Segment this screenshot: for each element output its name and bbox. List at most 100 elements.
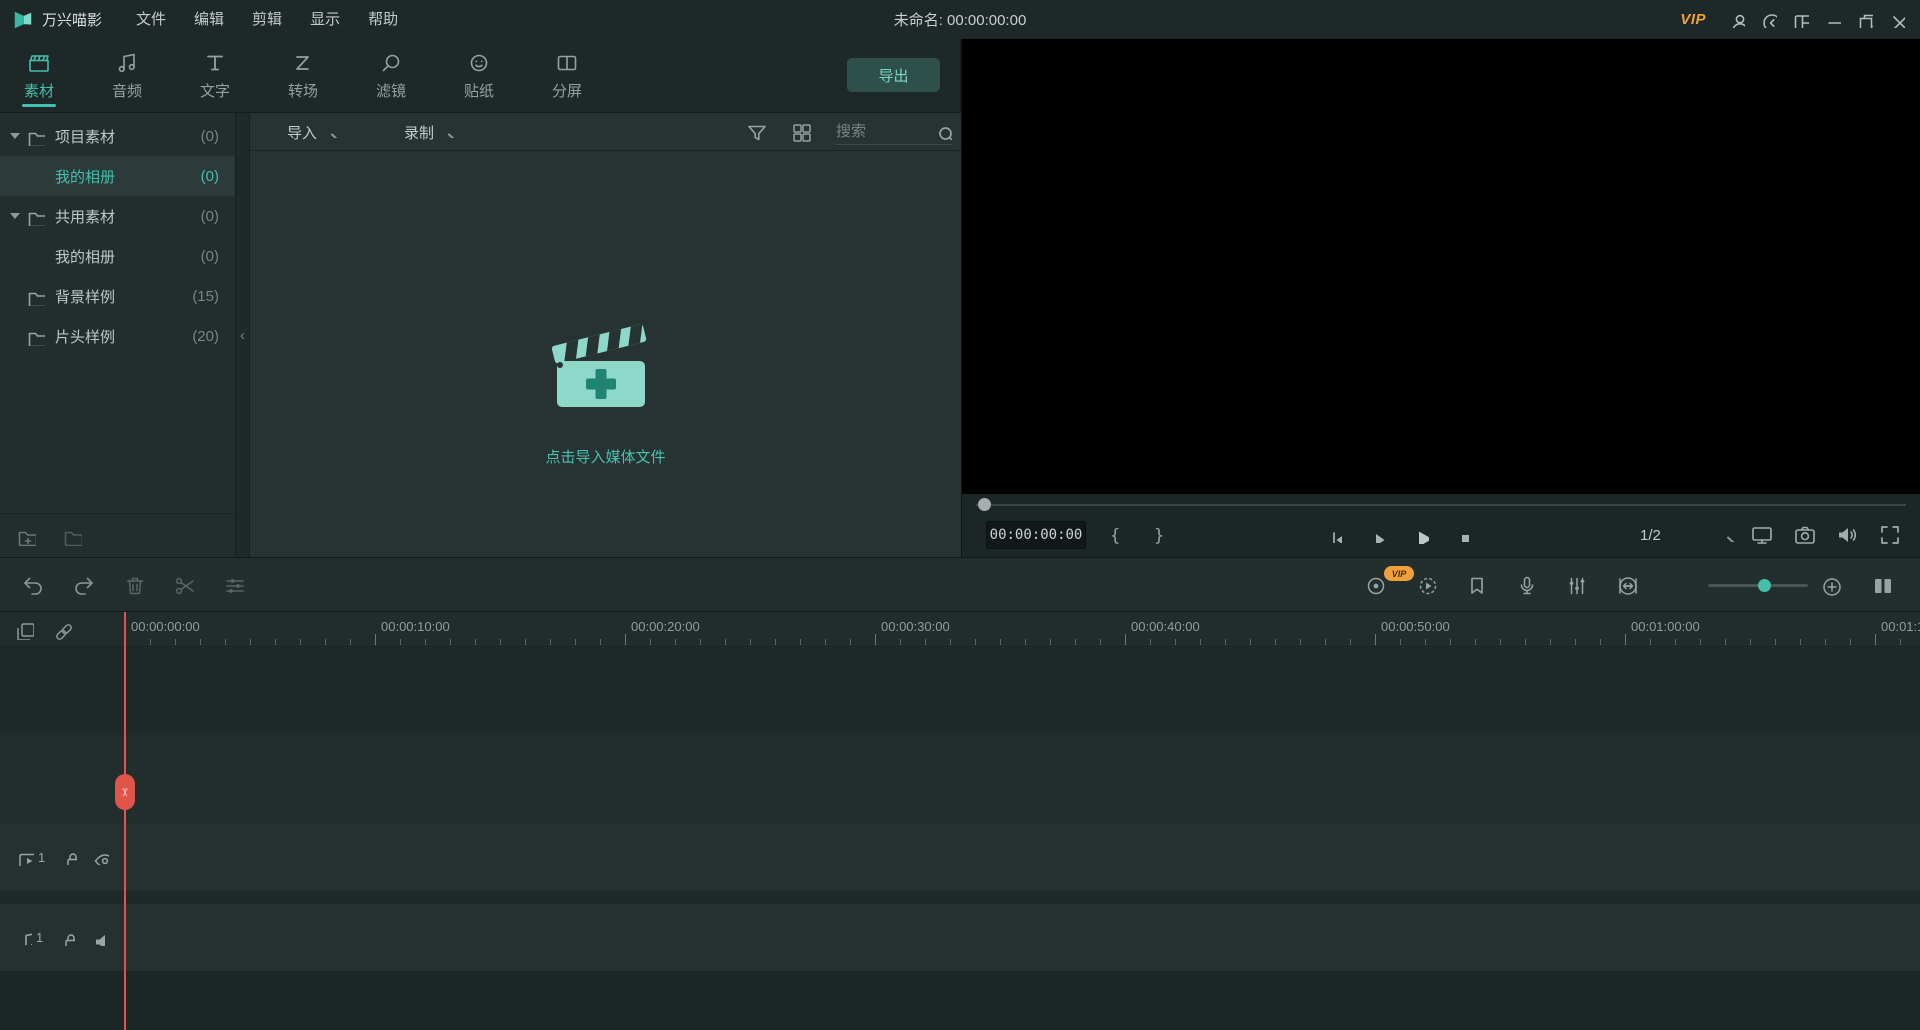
split-button[interactable] [173,574,197,598]
toggle-panel-button[interactable] [1871,574,1895,598]
ruler-tick [375,634,376,645]
ruler-tick [975,639,976,645]
next-frame-button[interactable] [1364,522,1390,548]
feature-tabbar: 素材音频文字转场滤镜 贴纸分屏 导出 [0,39,961,113]
sidebar-item-label: 背景样例 [55,286,115,307]
vip-badge[interactable]: VIP [1680,11,1706,28]
sidebar-item-my-album[interactable]: 我的相册(0) [0,156,235,196]
menu-file[interactable]: 文件 [122,0,180,39]
seekbar-handle[interactable] [978,498,991,511]
tab-label: 滤镜 [376,80,406,101]
tab-audio[interactable]: 音频 [92,39,162,112]
toggle-visibility-icon[interactable] [93,849,109,865]
zoom-in-button[interactable] [1820,575,1842,597]
import-dropdown[interactable]: 导入 [287,113,339,151]
tab-text[interactable]: 文字 [180,39,250,112]
export-button[interactable]: 导出 [847,58,940,92]
play-button[interactable] [1407,522,1433,548]
mark-out-button[interactable]: } [1154,514,1164,557]
ruler-tick [1550,639,1551,645]
display-device-button[interactable] [1750,523,1774,547]
search-box [836,119,952,145]
ruler-tick [550,639,551,645]
record-dropdown[interactable]: 录制 [404,113,456,151]
zoom-to-fit-button[interactable] [1616,574,1640,598]
media-empty-state[interactable]: 点击导入媒体文件 [250,151,961,557]
undo-button[interactable] [22,574,46,598]
seekbar-track[interactable] [976,504,1906,506]
volume-button[interactable] [1835,523,1859,547]
expander-caret-icon[interactable] [10,213,20,219]
sidebar-collapse-handle[interactable]: ‹ [236,113,250,557]
previous-frame-button[interactable] [1321,522,1347,548]
scissors-icon: ✂ [119,787,132,796]
ruler-tick [275,639,276,645]
timeline-ruler[interactable]: 00:00:00:0000:00:10:0000:00:20:0000:00:3… [0,612,1920,647]
sidebar-item-project-media[interactable]: 项目素材(0) [0,116,235,156]
audio-mixer-button[interactable] [1565,574,1589,598]
tab-filter[interactable]: 滤镜 [356,39,426,112]
quality-value: 1/2 [1640,527,1661,544]
lock-track-icon[interactable] [59,930,75,946]
restore-button[interactable] [1848,0,1880,39]
mark-in-button[interactable]: { [1110,514,1120,557]
sidebar-item-background-samples[interactable]: 背景样例(15) [0,276,235,316]
close-button[interactable] [1880,0,1912,39]
lock-track-icon[interactable] [61,849,77,865]
ruler-label: 00:00:00:00 [131,619,200,634]
tab-splitscreen[interactable]: 分屏 [532,39,602,112]
tab-transition[interactable]: 转场 [268,39,338,112]
feedback-button[interactable] [1752,0,1784,39]
ruler-tick [1150,639,1151,645]
auto-ripple-button[interactable] [52,620,72,640]
sidebar-item-label: 项目素材 [55,126,115,147]
adjust-button[interactable] [223,574,247,598]
view-grid-button[interactable] [790,121,811,142]
tab-media[interactable]: 素材 [4,39,74,112]
application-window: 万兴喵影 文件编辑剪辑显示帮助 未命名: 00:00:00:00 VIP 素材音… [0,0,1920,1030]
preview-seekbar[interactable] [962,494,1920,514]
sidebar-item-label: 共用素材 [55,206,115,227]
expander-caret-icon[interactable] [10,133,20,139]
ruler-tick [825,639,826,645]
redo-button[interactable] [71,574,95,598]
zoom-out-button[interactable] [1620,578,1636,594]
menu-clip[interactable]: 剪辑 [238,0,296,39]
delete-button[interactable] [123,574,147,598]
playhead-handle[interactable]: ✂ [115,774,135,810]
playback-quality-dropdown[interactable]: 1/2 [1640,514,1736,557]
filter-media-button[interactable] [745,121,766,142]
audio-icon [115,51,139,75]
zoom-slider-handle[interactable] [1758,579,1771,592]
render-preview-button[interactable] [1416,574,1440,598]
marker-button[interactable] [1465,574,1489,598]
media-library-sidebar: 项目素材(0)我的相册(0)共用素材(0)我的相册(0)背景样例(15)片头样例… [0,113,236,557]
snapshot-button[interactable] [1793,523,1817,547]
manage-tracks-button[interactable] [14,620,34,640]
sidebar-item-shared-media[interactable]: 共用素材(0) [0,196,235,236]
ruler-tick [1475,639,1476,645]
fullscreen-button[interactable] [1878,523,1902,547]
delete-folder-button[interactable] [62,526,82,546]
menu-view[interactable]: 显示 [296,0,354,39]
ruler-tick [1275,639,1276,645]
layout-button[interactable] [1784,0,1816,39]
account-button[interactable] [1720,0,1752,39]
tab-sticker[interactable]: 贴纸 [444,39,514,112]
record-voiceover-button[interactable] [1515,574,1539,598]
sidebar-item-opening-samples[interactable]: 片头样例(20) [0,316,235,356]
menu-edit[interactable]: 编辑 [180,0,238,39]
mute-track-icon[interactable] [91,930,107,946]
new-folder-button[interactable] [16,526,36,546]
menu-help[interactable]: 帮助 [354,0,412,39]
minimize-button[interactable] [1816,0,1848,39]
ruler-tick [1075,639,1076,645]
stop-button[interactable] [1449,522,1475,548]
search-input[interactable] [836,123,935,140]
search-icon[interactable] [935,123,952,140]
ruler-tick [475,639,476,645]
ruler-tick [575,639,576,645]
sidebar-item-my-album-2[interactable]: 我的相册(0) [0,236,235,276]
media-panel: 导入 录制 [250,113,961,557]
ruler-tick [1775,639,1776,645]
